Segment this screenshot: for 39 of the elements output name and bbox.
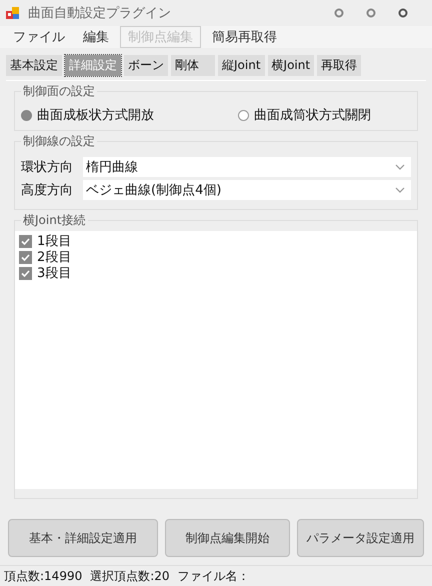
menu-item[interactable]: 簡易再取得 <box>205 27 284 47</box>
checkbox-label: 3段目 <box>37 265 72 282</box>
group-title: 制御面の設定 <box>21 83 97 100</box>
radio-label: 曲面成板状方式開放 <box>37 107 154 124</box>
field-label: 環状方向 <box>21 159 74 176</box>
dropdown[interactable]: ベジェ曲線(制御点4個) <box>83 180 411 200</box>
tab[interactable]: 剛体 <box>171 55 215 76</box>
tab[interactable]: 縦Joint <box>218 55 265 76</box>
checkbox-label: 1段目 <box>37 233 72 250</box>
minimize-icon[interactable] <box>334 8 344 18</box>
chevron-icon <box>395 164 405 170</box>
status-text: 選択頂点数:20 <box>90 568 170 584</box>
status-text: ファイル名： <box>178 568 250 584</box>
menu-item[interactable]: 編集 <box>76 27 116 47</box>
group-title: 横Joint接続 <box>21 212 88 229</box>
tab[interactable]: ボーン <box>124 55 168 76</box>
action-button[interactable]: 制御点編集開始 <box>165 519 290 557</box>
checkbox[interactable] <box>19 250 32 264</box>
window-title: 曲面自動設定プラグイン <box>28 5 171 22</box>
radio-button[interactable] <box>21 110 32 120</box>
tab[interactable]: 再取得 <box>317 55 362 76</box>
close-icon[interactable] <box>398 8 408 18</box>
field-label: 高度方向 <box>21 182 74 199</box>
action-button[interactable]: 基本・詳細設定適用 <box>8 519 158 557</box>
maximize-icon[interactable] <box>366 8 376 18</box>
app-icon <box>6 6 20 20</box>
dropdown[interactable]: 楕円曲線 <box>83 157 411 177</box>
checkbox-label: 2段目 <box>37 249 72 266</box>
checkbox[interactable] <box>19 266 32 280</box>
tab[interactable]: 横Joint <box>268 55 314 76</box>
chevron-icon <box>395 187 405 193</box>
radio-button[interactable] <box>238 110 249 120</box>
checkbox[interactable] <box>19 234 32 248</box>
status-text: 頂点数:14990 <box>4 568 82 584</box>
group-title: 制御線の設定 <box>21 133 97 150</box>
action-button[interactable]: パラメータ設定適用 <box>297 519 424 557</box>
tab[interactable]: 基本設定 <box>6 55 62 76</box>
radio-label: 曲面成筒状方式關閉 <box>254 107 371 124</box>
menu-item[interactable]: ファイル <box>6 27 72 47</box>
